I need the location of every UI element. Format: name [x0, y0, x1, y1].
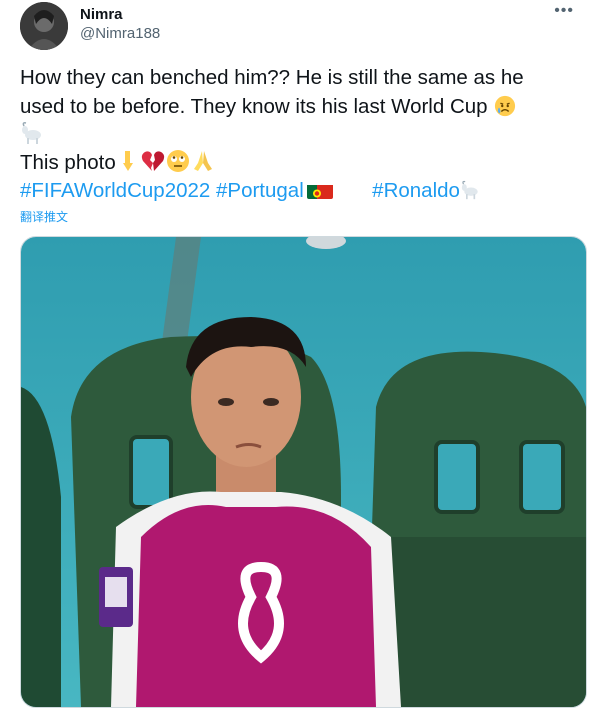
avatar[interactable] [20, 2, 68, 50]
tweet-line-3-text: This photo [20, 151, 116, 174]
tweet-line-4: #FIFAWorldCup2022 #Portugal #Ronaldo [20, 177, 580, 205]
tweet-line-3: This photo [20, 149, 580, 177]
author-handle[interactable]: @Nimra188 [80, 25, 160, 42]
more-options-button[interactable]: ••• [554, 2, 574, 20]
rolling-eyes-icon [166, 150, 190, 174]
author-name[interactable]: Nimra [80, 6, 123, 23]
crying-face-icon [493, 94, 517, 118]
hashtag-ronaldo[interactable]: #Ronaldo [372, 179, 460, 202]
translate-tweet-link[interactable]: 翻译推文 [20, 208, 68, 225]
portugal-flag-icon [306, 182, 333, 199]
tweet-line-2: used to be before. They know its his las… [20, 92, 580, 121]
tweet-line-1: How they can benched him?? He is still t… [20, 66, 524, 89]
tweet-line-2b [20, 121, 580, 149]
broken-heart-icon [140, 151, 166, 174]
goat-icon [20, 122, 46, 146]
hashtag-portugal[interactable]: #Portugal [216, 179, 304, 202]
goat-icon [460, 179, 482, 202]
point-down-icon [116, 151, 140, 174]
tweet-photo[interactable] [20, 236, 587, 708]
pray-icon [190, 151, 216, 174]
tweet-line-2-text: used to be before. They know its his las… [20, 95, 488, 118]
hashtag-fifaworldcup2022[interactable]: #FIFAWorldCup2022 [20, 179, 210, 202]
tweet-text: How they can benched him?? He is still t… [20, 64, 580, 205]
